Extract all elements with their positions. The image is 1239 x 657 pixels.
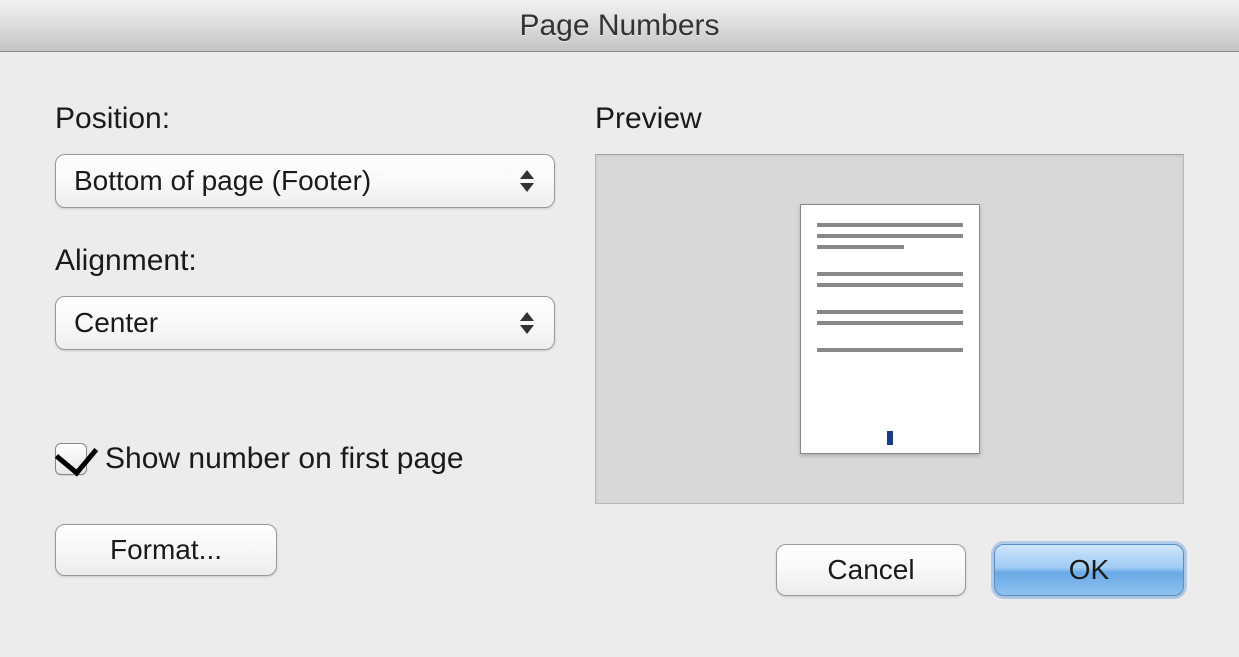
cancel-button-label: Cancel (827, 554, 914, 586)
position-select[interactable]: Bottom of page (Footer) (55, 154, 555, 208)
preview-label: Preview (595, 102, 1184, 136)
position-value: Bottom of page (Footer) (74, 165, 371, 197)
ok-button-label: OK (1069, 554, 1109, 586)
preview-page (800, 204, 980, 454)
preview-page-number-icon (887, 431, 893, 445)
position-label: Position: (55, 102, 555, 136)
alignment-value: Center (74, 307, 158, 339)
preview-line (817, 310, 963, 314)
alignment-select[interactable]: Center (55, 296, 555, 350)
window-titlebar: Page Numbers (0, 0, 1239, 52)
format-button[interactable]: Format... (55, 524, 277, 576)
format-button-row: Format... (55, 524, 555, 576)
dialog-button-row: Cancel OK (595, 544, 1184, 596)
preview-line (817, 234, 963, 238)
format-button-label: Format... (110, 534, 222, 566)
alignment-select-wrap: Center (55, 296, 555, 350)
first-page-checkbox-row: Show number on first page (55, 442, 555, 476)
preview-line (817, 348, 963, 352)
updown-icon (518, 167, 536, 195)
alignment-label: Alignment: (55, 244, 555, 278)
show-first-page-label: Show number on first page (105, 442, 464, 476)
preview-line (817, 272, 963, 276)
cancel-button[interactable]: Cancel (776, 544, 966, 596)
options-column: Position: Bottom of page (Footer) Alignm… (55, 102, 555, 596)
window-title: Page Numbers (519, 9, 719, 43)
dialog-content: Position: Bottom of page (Footer) Alignm… (0, 52, 1239, 636)
updown-icon (518, 309, 536, 337)
ok-button[interactable]: OK (994, 544, 1184, 596)
preview-line (817, 223, 963, 227)
preview-line (817, 283, 963, 287)
show-first-page-checkbox[interactable] (55, 443, 87, 475)
preview-line (817, 245, 905, 249)
preview-box (595, 154, 1184, 504)
preview-line (817, 321, 963, 325)
preview-column: Preview Cancel OK (595, 102, 1184, 596)
position-select-wrap: Bottom of page (Footer) (55, 154, 555, 208)
